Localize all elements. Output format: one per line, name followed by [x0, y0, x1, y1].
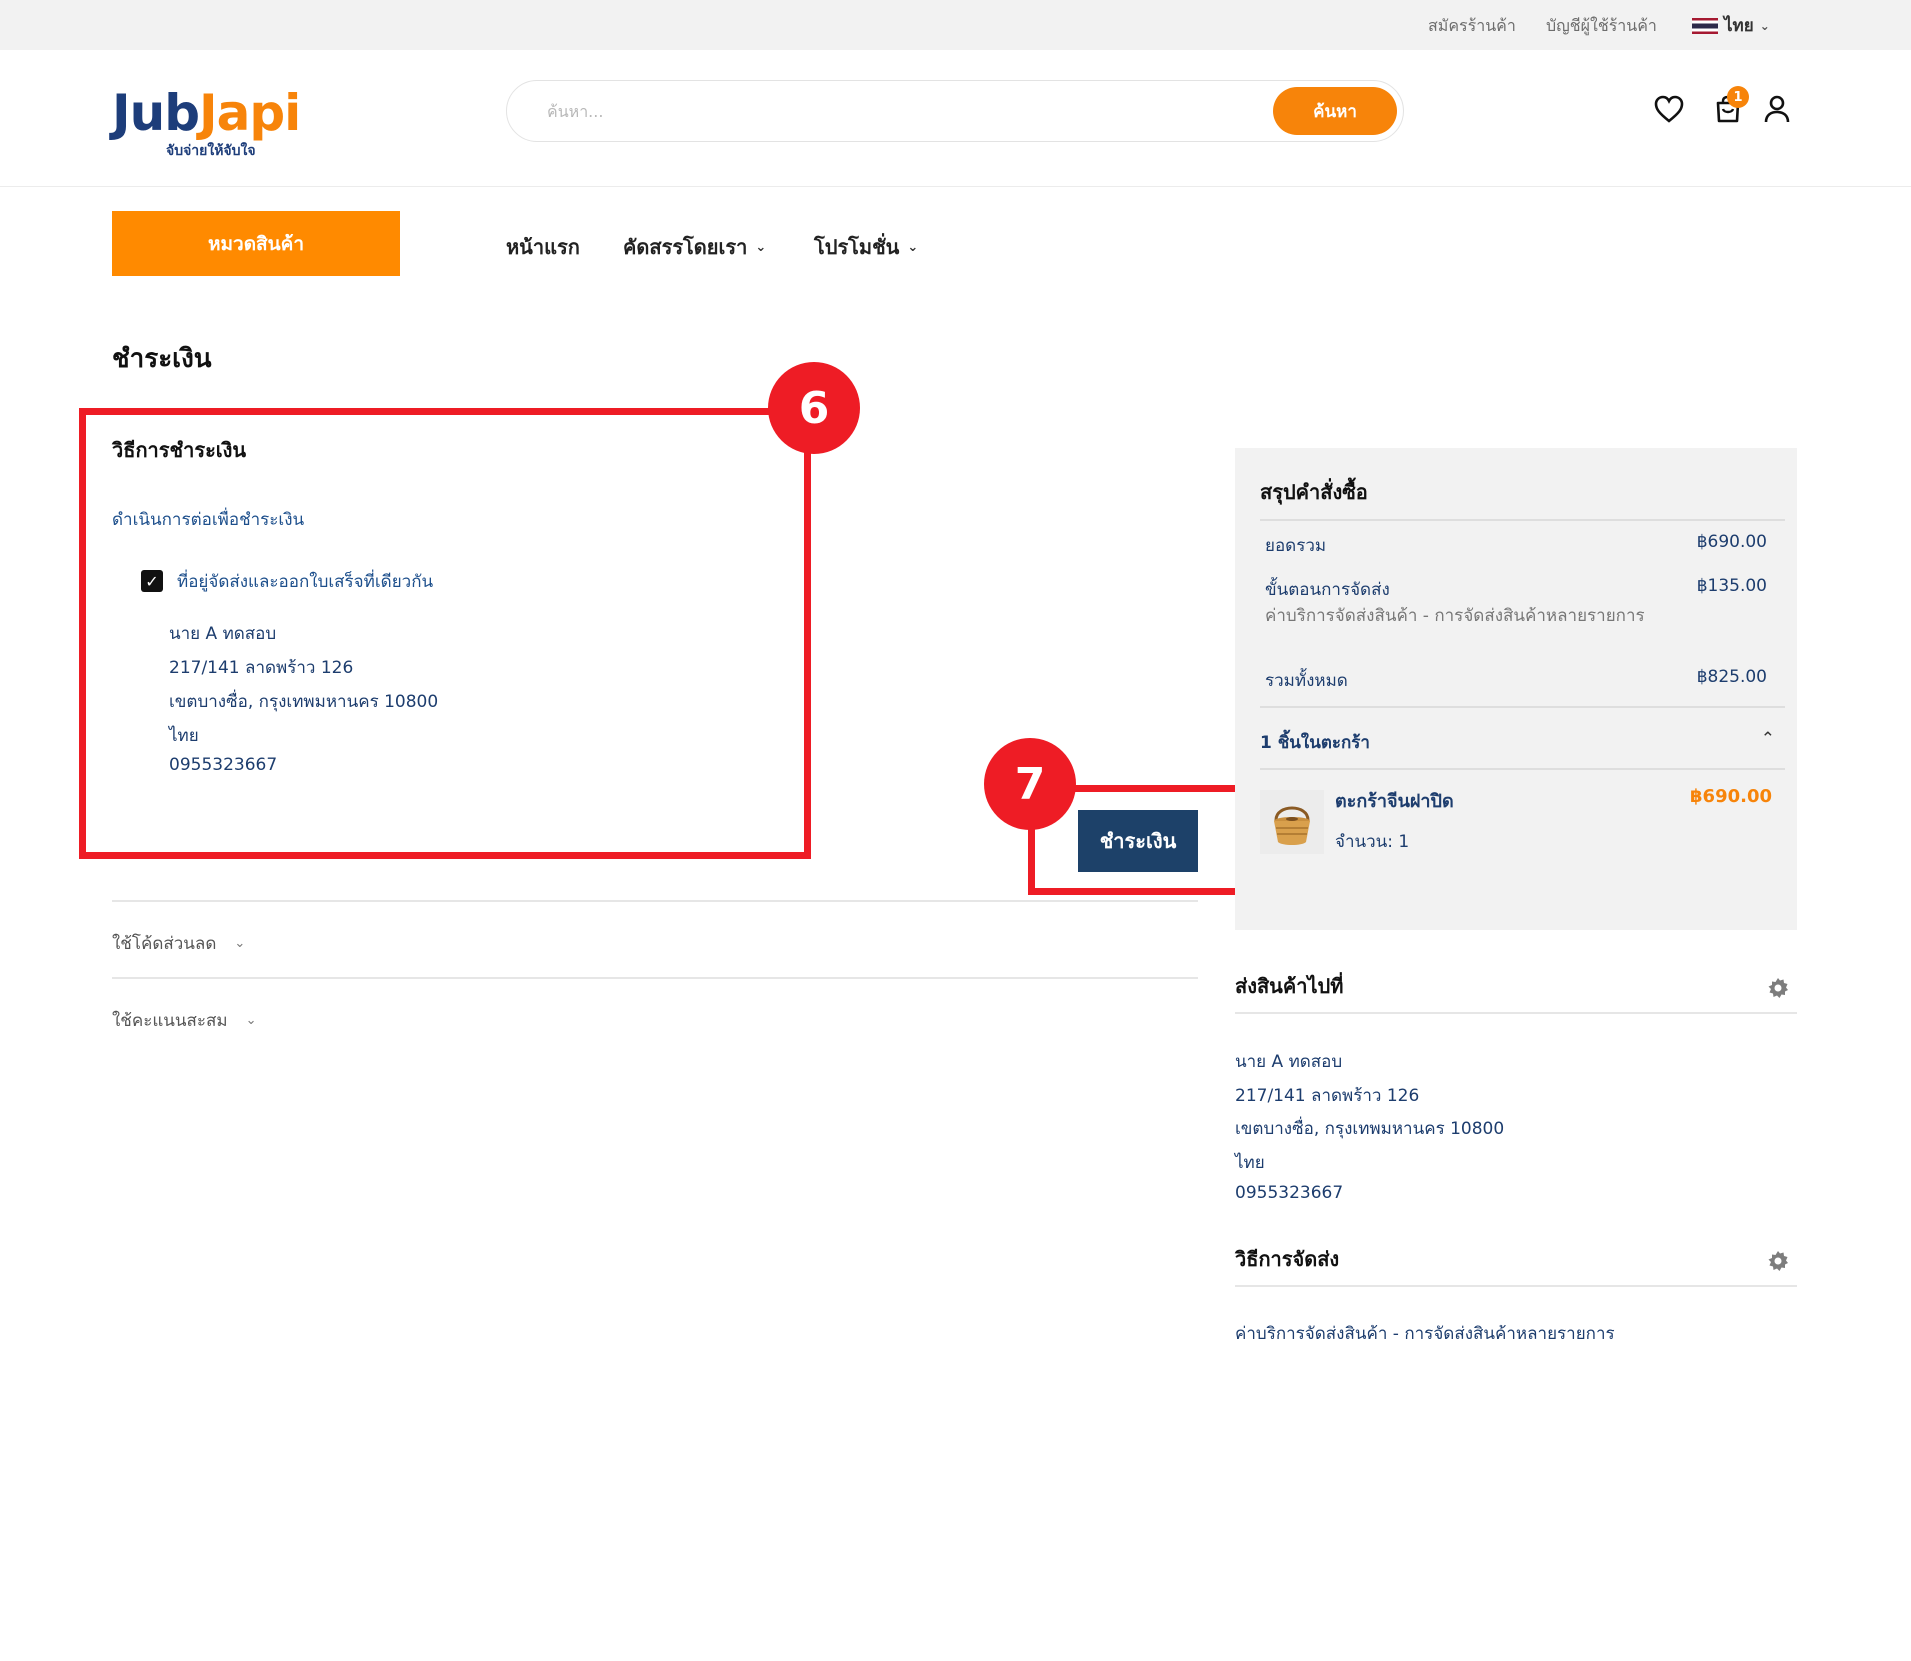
chevron-up-icon: ⌃ [1760, 729, 1775, 749]
shipping-address-country: ไทย [1235, 1153, 1265, 1173]
subtotal-row: ยอดรวม ฿690.00 [1265, 532, 1767, 559]
shipping-method-value: ค่าบริการจัดส่งสินค้า - การจัดส่งสินค้าห… [1235, 1324, 1615, 1344]
site-header: JubJapi จับจ่ายให้จับใจ ค้นหา 1 [0, 50, 1911, 187]
subtotal-label: ยอดรวม [1265, 536, 1327, 556]
nav-promotions[interactable]: โปรโมชั่น ⌄ [814, 231, 918, 263]
cart-count-label: 1 ชิ้นในตะกร้า [1260, 733, 1370, 753]
points-toggle[interactable]: ใช้คะแนนสะสม ⌄ [112, 1007, 257, 1034]
product-quantity: จำนวน: 1 [1335, 832, 1410, 852]
divider [112, 900, 1198, 902]
coupon-toggle[interactable]: ใช้โค้ดส่วนลด ⌄ [112, 930, 245, 957]
shipping-row: ขั้นตอนการจัดส่ง ฿135.00 [1265, 576, 1767, 603]
coupon-label: ใช้โค้ดส่วนลด [112, 934, 217, 954]
divider [1260, 768, 1785, 770]
logo-tagline: จับจ่ายให้จับใจ [166, 143, 256, 159]
page-title: ชำระเงิน [112, 344, 212, 374]
total-label: รวมทั้งหมด [1265, 671, 1348, 691]
cart-items-toggle[interactable]: 1 ชิ้นในตะกร้า ⌃ [1260, 729, 1785, 756]
chevron-down-icon: ⌄ [245, 1013, 257, 1028]
account-button[interactable] [1760, 92, 1794, 126]
shipping-address-phone: 0955323667 [1235, 1183, 1344, 1203]
basket-image [1260, 790, 1324, 854]
chevron-down-icon: ⌄ [234, 936, 246, 951]
divider [1260, 519, 1785, 521]
shipping-address-district: เขตบางซื่อ, กรุงเทพมหานคร 10800 [1235, 1119, 1505, 1139]
nav-home[interactable]: หน้าแรก [506, 231, 580, 263]
logo-text-jub: Jub [112, 84, 200, 142]
points-label: ใช้คะแนนสะสม [112, 1011, 228, 1031]
thai-flag-icon [1692, 17, 1718, 34]
nav-home-label: หน้าแรก [506, 235, 580, 259]
shipping-address-street: 217/141 ลาดพร้าว 126 [1235, 1086, 1420, 1106]
cart-count-badge: 1 [1727, 86, 1749, 108]
logo-text-japi: Japi [199, 84, 301, 142]
subtotal-value: ฿690.00 [1696, 532, 1767, 552]
shipping-value: ฿135.00 [1696, 576, 1767, 596]
divider [112, 977, 1198, 979]
categories-button[interactable]: หมวดสินค้า [112, 211, 400, 276]
nav-curated[interactable]: คัดสรรโดยเรา ⌄ [623, 231, 766, 263]
order-summary: สรุปคำสั่งซื้อ ยอดรวม ฿690.00 ขั้นตอนการ… [1235, 448, 1797, 930]
search-button[interactable]: ค้นหา [1273, 87, 1397, 135]
edit-ship-to-button[interactable] [1767, 977, 1789, 999]
register-store-link[interactable]: สมัครร้านค้า [1428, 14, 1516, 39]
gear-icon [1768, 978, 1788, 998]
product-price: ฿690.00 [1690, 786, 1772, 807]
wishlist-button[interactable] [1652, 92, 1686, 126]
total-value: ฿825.00 [1696, 667, 1767, 687]
language-label: ไทย [1724, 16, 1754, 36]
shipping-address-name: นาย A ทดสอบ [1235, 1052, 1343, 1072]
chevron-down-icon: ⌄ [755, 239, 767, 255]
chevron-down-icon: ⌄ [1759, 18, 1770, 33]
search-bar: ค้นหา [506, 80, 1404, 142]
user-icon [1764, 95, 1790, 123]
divider [1235, 1012, 1797, 1014]
divider [1260, 706, 1785, 708]
gear-icon [1768, 1251, 1788, 1271]
annotation-box-6 [79, 408, 811, 859]
edit-shipping-method-button[interactable] [1767, 1250, 1789, 1272]
top-utility-bar: สมัครร้านค้า บัญชีผู้ใช้ร้านค้า ไทย ⌄ [0, 0, 1911, 50]
search-input[interactable] [547, 95, 1247, 127]
language-selector[interactable]: ไทย ⌄ [1692, 12, 1770, 39]
nav-curated-label: คัดสรรโดยเรา [623, 235, 748, 259]
logo[interactable]: JubJapi จับจ่ายให้จับใจ [112, 88, 301, 159]
shipping-method-title: วิธีการจัดส่ง [1235, 1247, 1340, 1271]
chevron-down-icon: ⌄ [907, 239, 919, 255]
nav-promotions-label: โปรโมชั่น [814, 235, 900, 259]
store-account-link[interactable]: บัญชีผู้ใช้ร้านค้า [1546, 14, 1657, 39]
ship-to-title: ส่งสินค้าไปที่ [1235, 974, 1344, 998]
order-summary-title: สรุปคำสั่งซื้อ [1260, 480, 1368, 504]
total-row: รวมทั้งหมด ฿825.00 [1265, 667, 1767, 694]
divider [1235, 1285, 1797, 1287]
annotation-marker-6: 6 [768, 362, 860, 454]
heart-icon [1654, 95, 1684, 123]
product-name: ตะกร้าจีนฝาปิด [1335, 791, 1454, 812]
shipping-label: ขั้นตอนการจัดส่ง [1265, 580, 1390, 600]
product-thumbnail [1260, 790, 1324, 854]
shipping-description: ค่าบริการจัดส่งสินค้า - การจัดส่งสินค้าห… [1265, 606, 1645, 626]
annotation-marker-7: 7 [984, 738, 1076, 830]
